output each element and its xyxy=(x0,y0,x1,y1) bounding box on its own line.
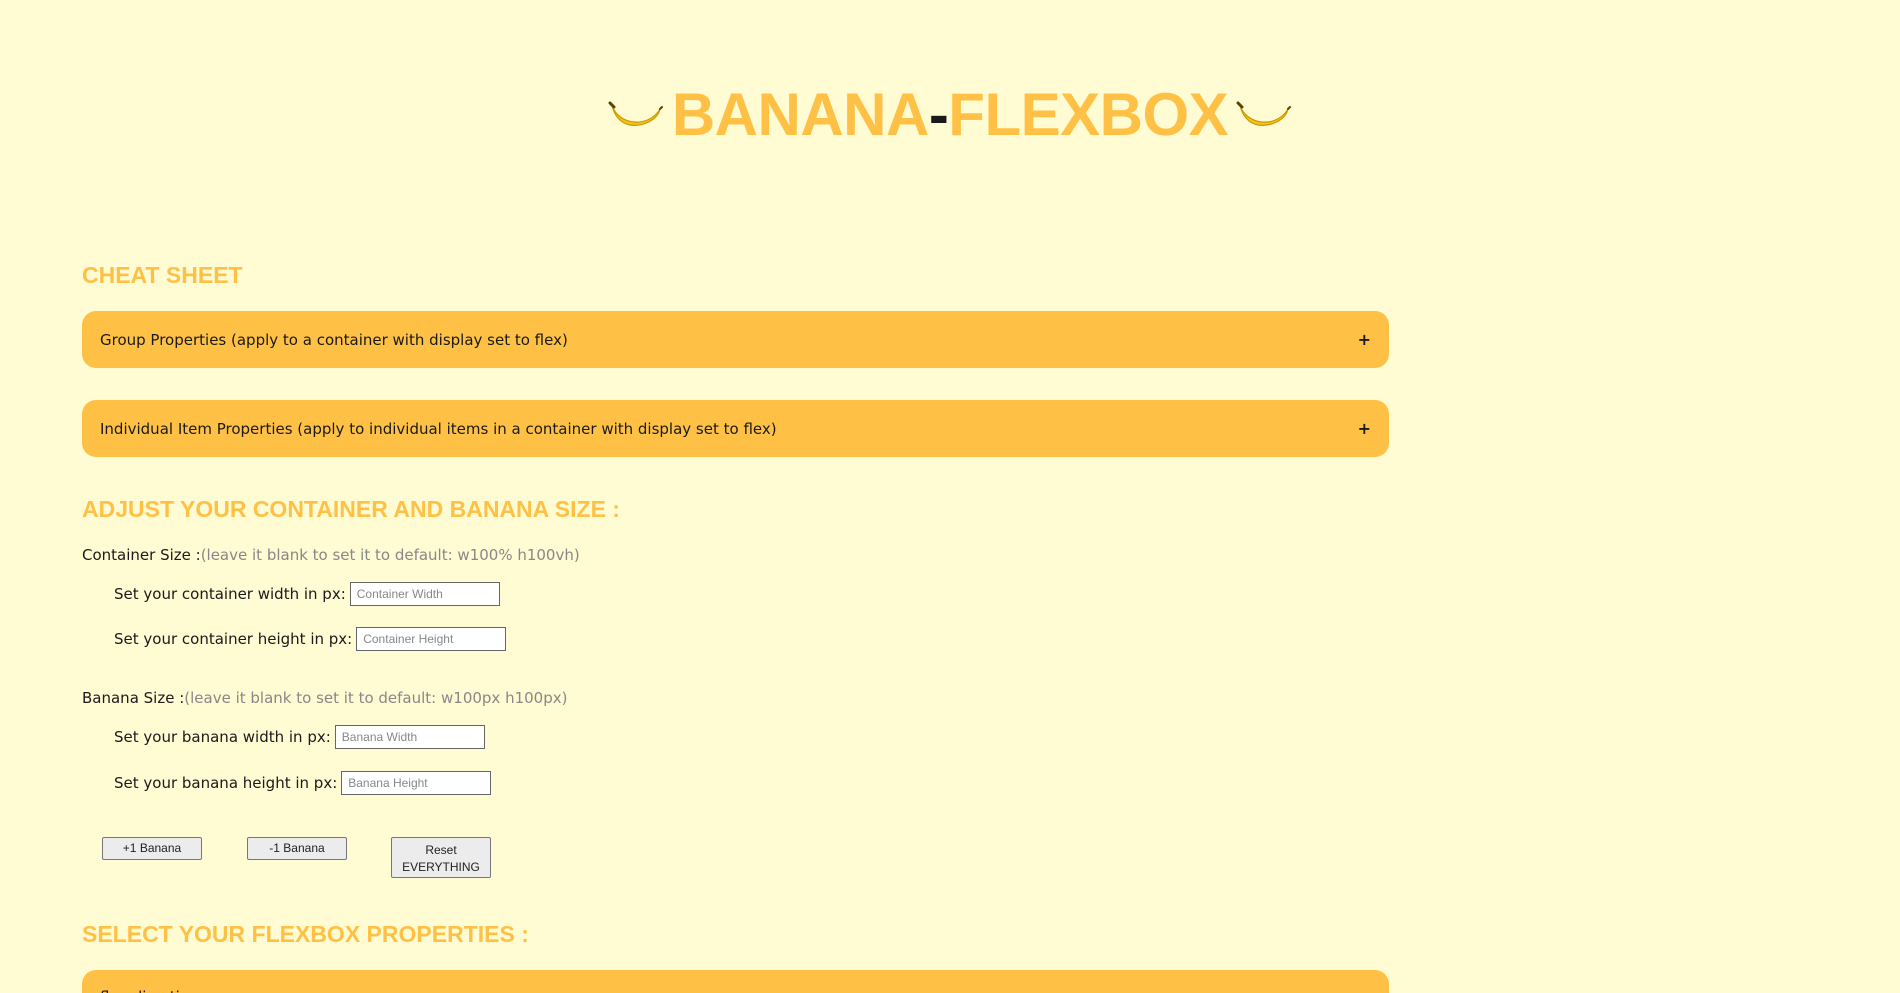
expand-icon[interactable]: + xyxy=(1358,330,1371,349)
reset-everything-button[interactable]: Reset EVERYTHING xyxy=(391,837,491,878)
banana-width-label: Set your banana width in px: xyxy=(114,728,331,746)
container-height-label: Set your container height in px: xyxy=(114,630,353,648)
banana-size-hint: (leave it blank to set it to default: w1… xyxy=(184,689,568,707)
remove-banana-button[interactable]: -1 Banana xyxy=(247,837,347,860)
flex-direction-panel[interactable]: flex-direction xyxy=(82,970,1389,993)
banana-height-label: Set your banana height in px: xyxy=(114,774,338,792)
banana-height-input[interactable] xyxy=(341,771,492,795)
accordion-label: Individual Item Properties (apply to ind… xyxy=(100,419,777,438)
expand-icon[interactable]: + xyxy=(1358,419,1371,438)
header: BANANA-FLEXBOX xyxy=(0,80,1900,149)
container-height-input[interactable] xyxy=(356,627,507,651)
banana-size-label: Banana Size :(leave it blank to set it t… xyxy=(82,689,567,707)
banana-icon xyxy=(1236,95,1292,135)
banana-size-title: Banana Size : xyxy=(82,689,185,707)
container-size-label: Container Size :(leave it blank to set i… xyxy=(82,546,580,564)
title-group: BANANA-FLEXBOX xyxy=(608,80,1292,149)
reset-line2: EVERYTHING xyxy=(402,859,480,874)
title-dash: - xyxy=(928,81,949,148)
adjust-size-heading: ADJUST YOUR CONTAINER AND BANANA SIZE : xyxy=(82,496,620,522)
item-properties-accordion[interactable]: Individual Item Properties (apply to ind… xyxy=(82,400,1389,457)
container-width-input[interactable] xyxy=(349,582,500,606)
group-properties-accordion[interactable]: Group Properties (apply to a container w… xyxy=(82,311,1389,368)
container-size-title: Container Size : xyxy=(82,546,201,564)
container-size-hint: (leave it blank to set it to default: w1… xyxy=(200,546,580,564)
accordion-label: Group Properties (apply to a container w… xyxy=(100,330,568,349)
title-part2: FLEXBOX xyxy=(948,81,1229,148)
cheat-sheet-heading: CHEAT SHEET xyxy=(82,262,243,288)
container-height-row: Set your container height in px: xyxy=(114,627,507,651)
select-properties-heading: SELECT YOUR FLEXBOX PROPERTIES : xyxy=(82,921,529,947)
panel-label: flex-direction xyxy=(100,988,198,993)
reset-line1: Reset xyxy=(425,842,457,857)
add-banana-button[interactable]: +1 Banana xyxy=(102,837,202,860)
container-width-row: Set your container width in px: xyxy=(114,582,500,606)
title-part1: BANANA xyxy=(671,81,929,148)
banana-icon xyxy=(608,95,664,135)
page: BANANA-FLEXBOX CHEAT SHEET Group Propert… xyxy=(0,0,1900,993)
banana-width-row: Set your banana width in px: xyxy=(114,725,485,749)
banana-height-row: Set your banana height in px: xyxy=(114,771,492,795)
site-title: BANANA-FLEXBOX xyxy=(671,80,1229,149)
banana-width-input[interactable] xyxy=(334,725,485,749)
container-width-label: Set your container width in px: xyxy=(114,585,346,603)
